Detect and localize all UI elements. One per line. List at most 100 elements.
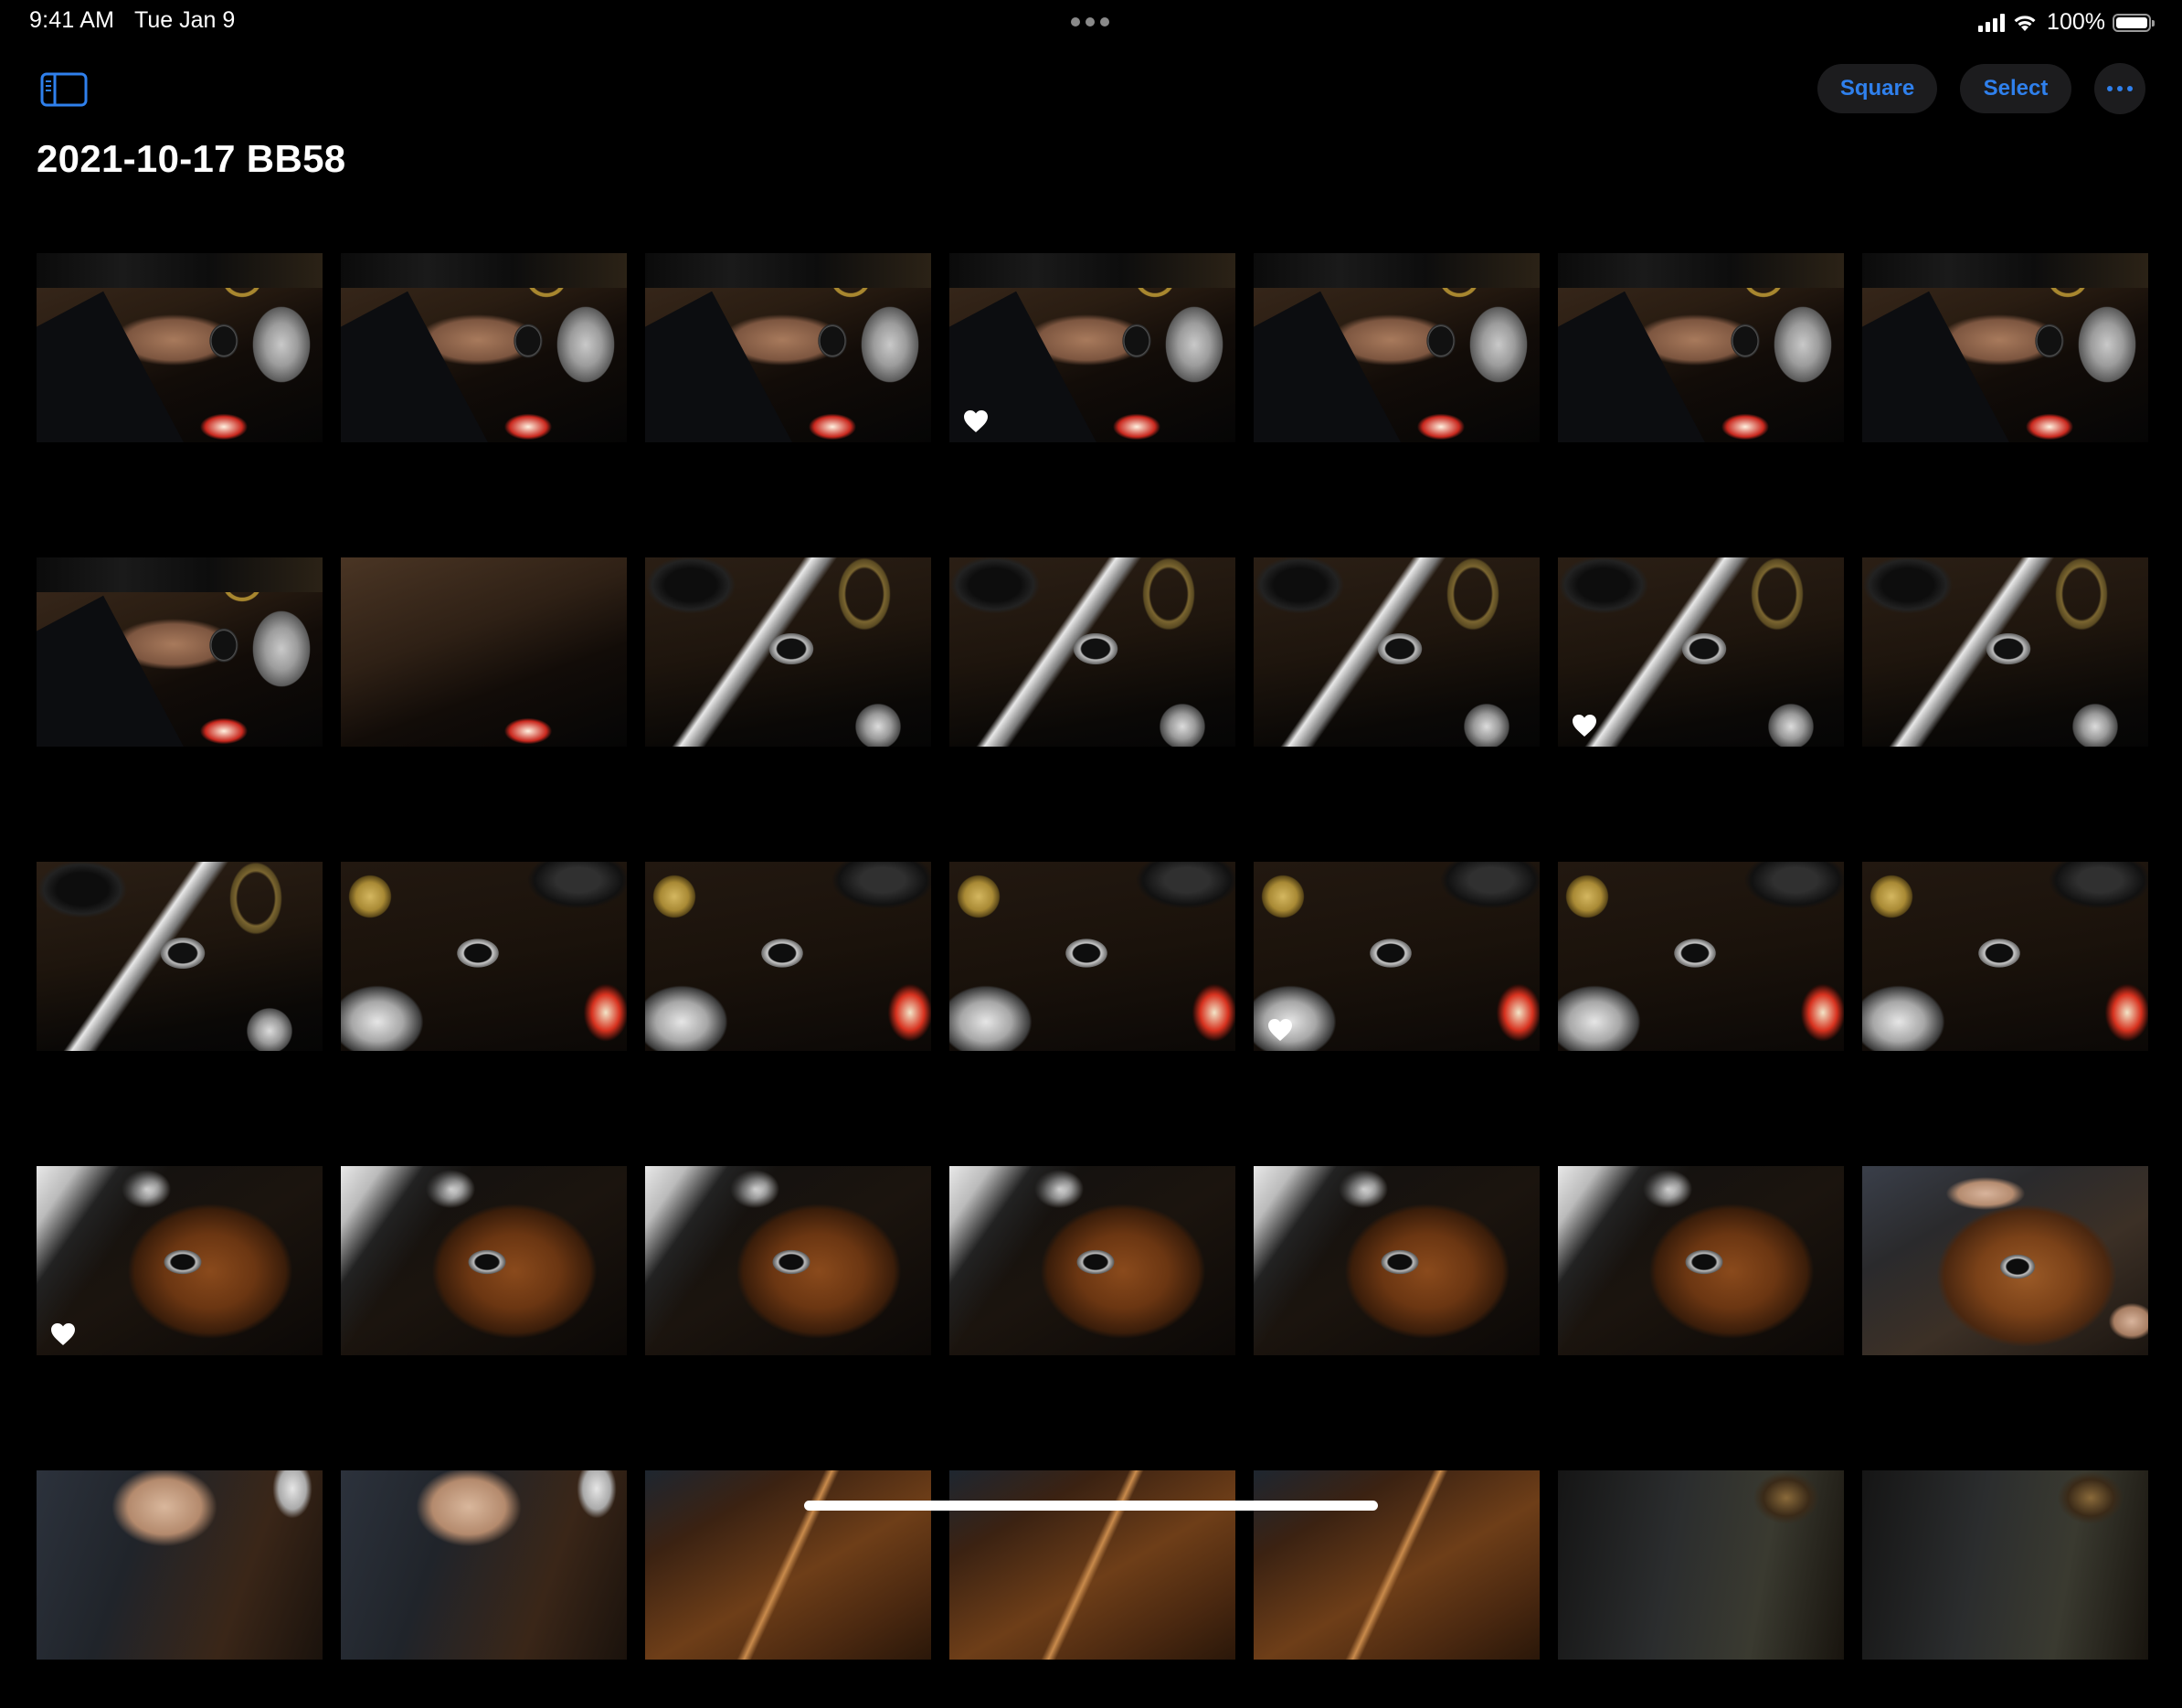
photo-image-partial-hand bbox=[37, 1470, 323, 1660]
photo-image-coin bbox=[341, 862, 627, 1051]
photo-thumbnail[interactable] bbox=[1862, 813, 2148, 1099]
home-indicator[interactable] bbox=[804, 1501, 1378, 1511]
photo-image-wrist bbox=[37, 557, 323, 747]
favorite-heart-icon bbox=[1573, 715, 1596, 737]
wifi-icon bbox=[2014, 15, 2036, 31]
photo-detail bbox=[645, 291, 798, 442]
photo-image-partial-leather bbox=[949, 1470, 1235, 1660]
photo-image-partial-hand bbox=[341, 1470, 627, 1660]
cellular-signal-icon bbox=[1978, 13, 2006, 32]
photo-image-partial-dark bbox=[1862, 1470, 2148, 1660]
photo-detail bbox=[1862, 291, 2015, 442]
photo-detail bbox=[1254, 253, 1540, 288]
photo-detail bbox=[949, 253, 1235, 288]
battery-icon bbox=[2113, 13, 2155, 32]
photo-thumbnail[interactable] bbox=[1254, 509, 1540, 795]
photo-thumbnail[interactable] bbox=[949, 813, 1235, 1099]
photo-thumbnail[interactable] bbox=[37, 205, 323, 491]
photo-thumbnail[interactable] bbox=[949, 205, 1235, 491]
photo-image-coin bbox=[1254, 862, 1540, 1051]
photo-thumbnail[interactable] bbox=[37, 509, 323, 795]
select-button[interactable]: Select bbox=[1960, 64, 2071, 113]
photo-thumbnail[interactable] bbox=[341, 1118, 627, 1404]
photo-thumbnail[interactable] bbox=[949, 1118, 1235, 1404]
photo-detail bbox=[1254, 291, 1406, 442]
photo-image-wrist bbox=[37, 253, 323, 442]
photo-thumbnail[interactable] bbox=[1862, 1422, 2148, 1708]
photo-thumbnail[interactable] bbox=[37, 1118, 323, 1404]
photo-thumbnail[interactable] bbox=[645, 205, 931, 491]
sidebar-toggle-icon bbox=[40, 72, 88, 107]
photo-thumbnail[interactable] bbox=[341, 509, 627, 795]
more-options-button[interactable] bbox=[2094, 63, 2145, 114]
photo-thumbnail[interactable] bbox=[645, 813, 931, 1099]
photo-detail bbox=[37, 291, 189, 442]
photo-thumbnail[interactable] bbox=[1558, 205, 1844, 491]
photo-image-wrist bbox=[645, 253, 931, 442]
photo-thumbnail[interactable] bbox=[1254, 1422, 1540, 1708]
photo-thumbnail[interactable] bbox=[341, 1422, 627, 1708]
photo-image-partial-leather bbox=[1254, 1470, 1540, 1660]
photo-detail bbox=[341, 253, 627, 288]
photo-image-partial-dark bbox=[1558, 1470, 1844, 1660]
sidebar-toggle-button[interactable] bbox=[40, 72, 88, 107]
multitasking-dots-icon[interactable] bbox=[1071, 17, 1109, 27]
photo-thumbnail[interactable] bbox=[1558, 509, 1844, 795]
photo-thumbnail[interactable] bbox=[1862, 509, 2148, 795]
photo-detail bbox=[645, 253, 931, 288]
photo-image-tray bbox=[341, 1166, 627, 1355]
status-date: Tue Jan 9 bbox=[134, 7, 236, 33]
photo-thumbnail[interactable] bbox=[341, 205, 627, 491]
photo-image-wrist bbox=[1862, 253, 2148, 442]
photo-image-coin bbox=[1558, 862, 1844, 1051]
photo-image-knife bbox=[37, 862, 323, 1051]
photo-thumbnail[interactable] bbox=[1558, 813, 1844, 1099]
photo-detail bbox=[37, 253, 323, 288]
photo-detail bbox=[37, 557, 323, 592]
favorite-heart-icon bbox=[1268, 1019, 1292, 1041]
status-time: 9:41 AM bbox=[29, 7, 115, 33]
photo-image-wrist bbox=[949, 253, 1235, 442]
photo-image-tray bbox=[645, 1166, 931, 1355]
battery-percentage: 100% bbox=[2047, 9, 2105, 35]
photo-detail bbox=[1862, 253, 2148, 288]
photo-image-wrist bbox=[1254, 253, 1540, 442]
photo-thumbnail[interactable] bbox=[645, 509, 931, 795]
photo-thumbnail[interactable] bbox=[949, 1422, 1235, 1708]
photo-thumbnail[interactable] bbox=[1558, 1118, 1844, 1404]
photo-image-coin bbox=[645, 862, 931, 1051]
square-aspect-button[interactable]: Square bbox=[1817, 64, 1937, 113]
photo-thumbnail[interactable] bbox=[1254, 205, 1540, 491]
photo-thumbnail[interactable] bbox=[341, 813, 627, 1099]
status-indicators: 100% bbox=[1978, 9, 2155, 36]
photo-image-coin bbox=[949, 862, 1235, 1051]
photo-thumbnail[interactable] bbox=[1254, 813, 1540, 1099]
photo-thumbnail[interactable] bbox=[37, 1422, 323, 1708]
photo-thumbnail[interactable] bbox=[1254, 1118, 1540, 1404]
photo-image-knife bbox=[1558, 557, 1844, 747]
photo-image-wrist-empty bbox=[341, 557, 627, 747]
photo-image-partial-leather bbox=[645, 1470, 931, 1660]
photo-image-tray bbox=[1254, 1166, 1540, 1355]
photo-image-hands bbox=[1862, 1166, 2148, 1355]
photo-thumbnail[interactable] bbox=[645, 1422, 931, 1708]
photo-detail bbox=[1558, 253, 1844, 288]
photo-detail bbox=[341, 291, 493, 442]
favorite-heart-icon bbox=[964, 410, 988, 432]
photo-detail bbox=[37, 595, 189, 747]
status-bar: 9:41 AM Tue Jan 9 100% bbox=[0, 0, 2182, 44]
ellipsis-icon bbox=[2107, 86, 2133, 91]
photo-thumbnail[interactable] bbox=[37, 813, 323, 1099]
photo-thumbnail[interactable] bbox=[1862, 1118, 2148, 1404]
photo-thumbnail[interactable] bbox=[949, 509, 1235, 795]
photo-image-tray bbox=[37, 1166, 323, 1355]
photo-thumbnail[interactable] bbox=[1558, 1422, 1844, 1708]
photo-image-wrist bbox=[341, 253, 627, 442]
favorite-heart-icon bbox=[51, 1323, 75, 1345]
photo-image-wrist bbox=[1558, 253, 1844, 442]
photo-image-knife bbox=[645, 557, 931, 747]
photo-thumbnail[interactable] bbox=[1862, 205, 2148, 491]
photo-image-tray bbox=[949, 1166, 1235, 1355]
photo-thumbnail[interactable] bbox=[645, 1118, 931, 1404]
photo-image-coin bbox=[1862, 862, 2148, 1051]
